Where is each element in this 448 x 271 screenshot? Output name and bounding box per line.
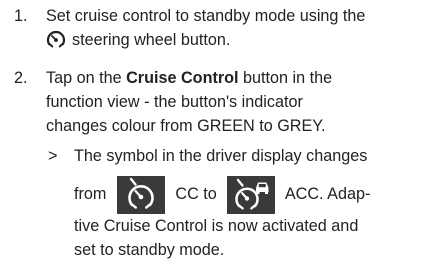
instruction-list: 1. Set cruise control to standby mode us…: [0, 0, 448, 262]
step-text-line-3: changes colour from GREEN to GREY.: [46, 117, 326, 135]
step-text: Set cruise control to standby mode using…: [46, 7, 366, 25]
step-text-end: button in the: [243, 69, 333, 87]
step-2: 2. Tap on the Cruise Control button in t…: [0, 66, 448, 262]
step-text-continued: steering wheel button.: [46, 28, 448, 52]
step-text-line-2: function view - the button's indicator: [46, 93, 303, 111]
cruise-control-button-name: Cruise Control: [126, 69, 239, 87]
step-text: Tap on the Cruise Control button in the: [46, 66, 448, 90]
cruise-control-symbol-icon: [116, 175, 165, 214]
step-number: 2.: [14, 69, 28, 87]
result-marker: >: [48, 147, 58, 165]
step-number: 1.: [14, 7, 28, 25]
result-text: The symbol in the driver display changes: [74, 147, 368, 165]
result-symbol-line: from CC to ACC. Adap-: [74, 174, 448, 214]
adaptive-cruise-control-symbol-icon: [227, 175, 276, 214]
result-text-line-3: tive Cruise Control is now activated and: [74, 217, 359, 235]
step-result: > The symbol in the driver display chang…: [46, 144, 448, 262]
from-word: from: [74, 185, 107, 203]
step-text-end: steering wheel button.: [72, 31, 231, 49]
step-1: 1. Set cruise control to standby mode us…: [0, 0, 448, 52]
step-text-start: Tap on the: [46, 69, 122, 87]
acc-label: ACC. Adap-: [284, 185, 371, 203]
result-text-line-4: set to standby mode.: [74, 241, 225, 259]
steering-wheel-cruise-icon: [46, 29, 66, 49]
cc-label: CC to: [175, 185, 217, 203]
